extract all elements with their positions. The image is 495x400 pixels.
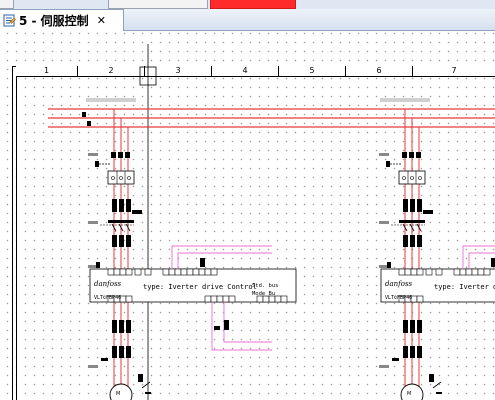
- power-bus: [48, 108, 495, 128]
- branch-right: danfoss VLT©FBP46 type: Iverter dri M: [379, 109, 495, 400]
- bus-marker: [87, 121, 91, 126]
- drive-model: VLT©FBP46: [385, 295, 412, 301]
- top-tab-highlight[interactable]: [210, 0, 296, 9]
- signal-marker: [214, 326, 220, 330]
- output-fuses: [101, 320, 131, 361]
- top-tab-stub[interactable]: [0, 0, 14, 9]
- component-tag: [379, 221, 389, 224]
- svg-text:M: M: [407, 391, 411, 397]
- drive-brand: danfoss: [94, 280, 122, 288]
- top-tab-previous[interactable]: [108, 0, 208, 9]
- bus-label-tag: [86, 98, 136, 102]
- signal-wiring: [462, 245, 495, 269]
- component-tag: [88, 221, 98, 224]
- window-top-strip: [0, 0, 495, 9]
- drive-type-text: type: Iverter dri: [434, 283, 495, 291]
- crosshair-cursor: [139, 44, 157, 400]
- motor-symbol: M: [109, 374, 151, 400]
- drive-type-text: type: Iverter drive Control: [143, 283, 257, 291]
- bus-marker: [82, 112, 86, 117]
- component-tag: [88, 365, 98, 368]
- tab-label: 5 - 伺服控制: [19, 14, 89, 28]
- schematic-drawing: danfoss VLT©FBP46 type: Iverter drive Co…: [48, 44, 495, 400]
- drive-bus-label: Std. bus: [252, 283, 279, 289]
- bus-label-tag: [380, 98, 430, 102]
- svg-text:M: M: [116, 391, 120, 397]
- fuse-block: [112, 199, 142, 214]
- output-fuses: [392, 320, 422, 361]
- drive-brand: danfoss: [385, 280, 413, 288]
- branch-left: danfoss VLT©FBP46 type: Iverter drive Co…: [88, 109, 297, 400]
- close-icon[interactable]: ✕: [97, 14, 106, 27]
- drive-mode-label: Mode_Bu: [252, 291, 275, 297]
- motor-symbol: M: [400, 374, 442, 400]
- schematic-page-icon: [3, 14, 16, 27]
- contactor: [391, 220, 425, 247]
- signal-marker: [224, 320, 229, 330]
- tab-servo-control[interactable]: 5 - 伺服控制 ✕: [0, 9, 124, 31]
- component-tag: [379, 365, 389, 368]
- signal-marker: [200, 258, 205, 267]
- inverter-drive: danfoss VLT©FBP46 type: Iverter dri: [380, 262, 495, 303]
- document-tab-bar: 5 - 伺服控制 ✕: [0, 9, 495, 31]
- schematic-canvas[interactable]: 1 2 3 4 5 6 7 danfoss VLT©FBP46 type: Iv…: [0, 32, 495, 400]
- drive-model: VLT©FBP46: [94, 295, 121, 301]
- contactor: [100, 220, 134, 247]
- component-tag: [379, 153, 389, 156]
- signal-marker: [491, 258, 495, 267]
- fuse-block: [403, 199, 433, 214]
- component-tag: [88, 153, 98, 156]
